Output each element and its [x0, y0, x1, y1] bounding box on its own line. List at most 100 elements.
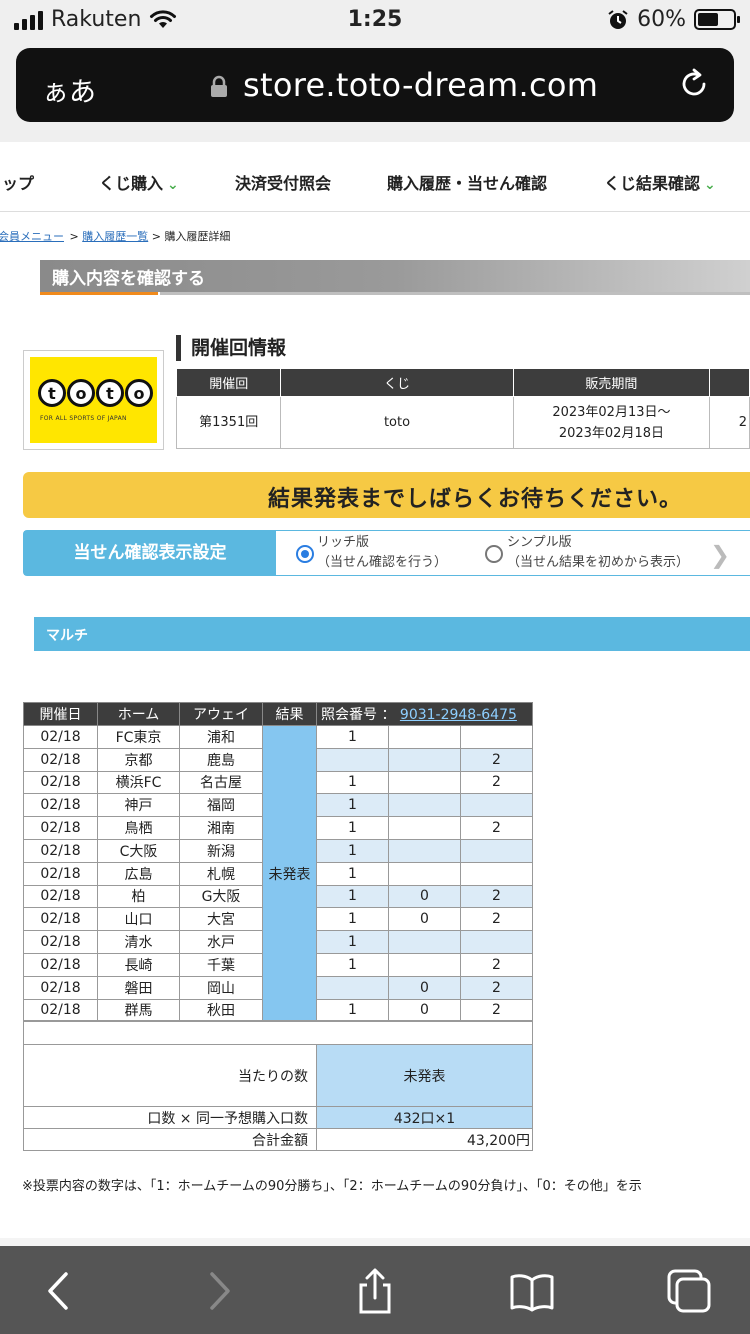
nav-top-label: トップ: [0, 174, 35, 193]
reload-icon[interactable]: [676, 66, 712, 102]
away-team: 千葉: [179, 952, 263, 977]
away-team: 鹿島: [179, 747, 263, 772]
match-date: 02/18: [23, 770, 98, 795]
home-team: 鳥栖: [97, 816, 180, 840]
result-header: 結果: [262, 702, 317, 726]
summary-table: 当たりの数 未発表 口数 × 同一予想購入口数 432口×1 合計金額 43,2…: [23, 1020, 533, 1151]
match-date: 02/18: [23, 816, 98, 840]
period-start: 2023年02月13日〜: [552, 404, 671, 420]
away-team: 札幌: [179, 861, 263, 886]
nav-kuji-purchase[interactable]: くじ購入 ⌄: [99, 170, 179, 194]
chevron-right-icon[interactable]: ❯: [710, 541, 730, 569]
hits-value: 未発表: [316, 1044, 533, 1107]
chevron-down-icon: ⌄: [167, 177, 179, 193]
pick-home-win: 1: [316, 998, 389, 1023]
pick-home-loss: [460, 861, 533, 886]
kuji-value: toto: [280, 396, 514, 449]
date-header: 開催日: [23, 702, 98, 726]
battery-percent: 60%: [637, 7, 686, 32]
option-rich-sub: （当せん確認を行う）: [317, 555, 448, 570]
pick-home-loss: 2: [460, 975, 533, 1000]
breadcrumb-separator: >: [148, 230, 165, 243]
pick-draw: [388, 770, 461, 795]
ref-label: 照会番号 ：: [321, 707, 396, 723]
nav-purchase-history[interactable]: 購入履歴・当せん確認: [387, 170, 547, 194]
title-underline-accent: [40, 292, 158, 295]
units-value: 432口×1: [316, 1106, 533, 1129]
away-team: 浦和: [179, 725, 263, 749]
breadcrumb-member-menu[interactable]: 会員メニュー: [0, 230, 64, 243]
pick-draw: 0: [388, 907, 461, 932]
pick-home-loss: 2: [460, 816, 533, 840]
match-date: 02/18: [23, 907, 98, 932]
ref-number-link[interactable]: 9031-2948-6475: [400, 707, 517, 723]
home-team: 京都: [97, 747, 180, 772]
match-date: 02/18: [23, 747, 98, 772]
kaisai-header: 開催回: [175, 368, 282, 397]
back-icon[interactable]: [36, 1268, 82, 1314]
share-icon[interactable]: [352, 1268, 398, 1314]
pick-home-loss: [460, 930, 533, 954]
match-date: 02/18: [23, 884, 98, 909]
bookmarks-icon[interactable]: [509, 1268, 555, 1314]
home-team: 広島: [97, 861, 180, 886]
status-banner-text: 結果発表までしばらくお待ちください。: [268, 487, 683, 512]
pick-home-win: 1: [316, 930, 389, 954]
away-team: 名古屋: [179, 770, 263, 795]
logo-tagline: FOR ALL SPORTS OF JAPAN: [40, 415, 127, 422]
nav-results[interactable]: くじ結果確認 ⌄: [604, 170, 716, 194]
url-text[interactable]: store.toto-dream.com: [243, 66, 598, 104]
match-date: 02/18: [23, 998, 98, 1023]
display-setting: 当せん確認表示設定 リッチ版 （当せん確認を行う） シンプル版 （当せん結果を初…: [23, 530, 750, 576]
nav-payment-inquiry[interactable]: 決済受付照会: [235, 170, 331, 194]
pick-draw: 0: [388, 975, 461, 1000]
title-underline: [160, 292, 750, 295]
pick-draw: [388, 930, 461, 954]
hits-label: 当たりの数: [23, 1044, 317, 1107]
total-value: 43,200円: [316, 1128, 533, 1151]
home-team: C大阪: [97, 838, 180, 863]
lock-icon: [211, 75, 227, 97]
home-team: FC東京: [97, 725, 180, 749]
pick-home-loss: 2: [460, 884, 533, 909]
away-header: アウェイ: [179, 702, 263, 726]
pick-draw: [388, 725, 461, 749]
breadcrumb-separator: >: [66, 230, 83, 243]
home-team: 山口: [97, 907, 180, 932]
away-team: 新潟: [179, 838, 263, 863]
pick-home-win: 1: [316, 770, 389, 795]
battery-icon: [694, 9, 740, 30]
match-date: 02/18: [23, 838, 98, 863]
pick-home-win: 1: [316, 793, 389, 818]
home-team: 神戸: [97, 793, 180, 818]
option-rich[interactable]: リッチ版 （当せん確認を行う）: [317, 533, 447, 573]
multi-section-header: マルチ: [34, 617, 750, 651]
radio-simple[interactable]: [485, 545, 503, 563]
extra-header: [709, 368, 750, 397]
logo-ring: t: [38, 379, 66, 407]
home-team: 長崎: [97, 952, 180, 977]
display-setting-label: 当せん確認表示設定: [24, 531, 276, 575]
browser-chrome: ぁあ store.toto-dream.com: [0, 42, 750, 142]
option-simple[interactable]: シンプル版 （当せん結果を初めから表示）: [507, 533, 689, 573]
logo-ring: o: [125, 379, 153, 407]
option-simple-sub: （当せん結果を初めから表示）: [507, 555, 690, 570]
nav-top[interactable]: トップ: [0, 170, 48, 194]
kaisai-value: 第1351回: [175, 396, 282, 449]
nav-kuji-purchase-label: くじ購入: [99, 174, 164, 193]
forward-icon[interactable]: [196, 1268, 242, 1314]
away-team: 湘南: [179, 816, 263, 840]
breadcrumb-history-list[interactable]: 購入履歴一覧: [82, 230, 148, 243]
radio-rich[interactable]: [296, 545, 314, 563]
ref-header: 照会番号 ： 9031-2948-6475: [316, 702, 533, 726]
reader-options-button[interactable]: ぁあ: [42, 70, 96, 109]
away-team: 岡山: [179, 975, 263, 1000]
away-team: 秋田: [179, 998, 263, 1023]
table-row: 02/18 FC東京 浦和 未発表 1: [23, 724, 533, 1023]
address-bar[interactable]: ぁあ store.toto-dream.com: [16, 48, 734, 122]
safari-toolbar: [0, 1246, 750, 1334]
pick-draw: 0: [388, 998, 461, 1023]
pick-home-loss: [460, 725, 533, 749]
tabs-icon[interactable]: [666, 1268, 712, 1314]
pick-draw: [388, 952, 461, 977]
